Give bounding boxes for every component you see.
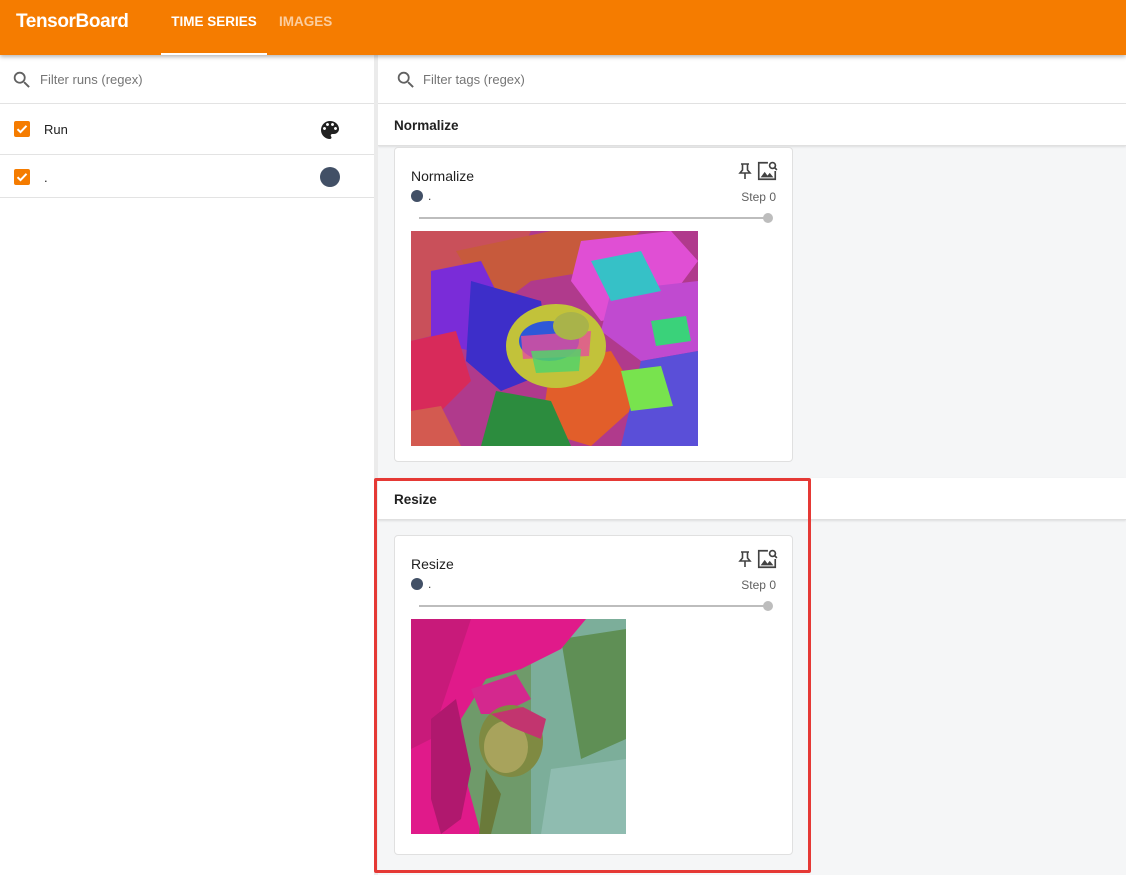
tab-time-series[interactable]: TIME SERIES [161, 0, 267, 55]
tag-filter [378, 55, 1126, 104]
image-card-normalize: Normalize . Step 0 [394, 147, 793, 462]
run-filter [0, 55, 376, 104]
search-icon [13, 71, 30, 88]
step-slider-thumb[interactable] [763, 601, 773, 611]
group-title: Normalize [394, 118, 459, 133]
step-slider[interactable] [419, 605, 767, 607]
runs-sidebar: Run . [0, 55, 376, 875]
run-color-dot [411, 578, 423, 590]
run-name: . [428, 577, 432, 591]
tab-images[interactable]: IMAGES [279, 0, 332, 55]
card-title: Normalize [411, 168, 475, 184]
fit-image-icon[interactable] [756, 160, 778, 182]
group-title: Resize [394, 492, 437, 507]
group-header-normalize[interactable]: Normalize [378, 104, 1126, 146]
palette-icon[interactable] [318, 118, 342, 142]
run-row[interactable]: . [0, 155, 376, 198]
run-filter-input[interactable] [40, 69, 360, 89]
search-icon [397, 71, 414, 88]
check-icon [16, 125, 28, 134]
step-slider[interactable] [419, 217, 767, 219]
run-color-swatch[interactable] [320, 167, 340, 187]
run-row[interactable]: Run [0, 104, 376, 155]
group-header-resize[interactable]: Resize [378, 478, 1126, 520]
run-color-dot [411, 190, 423, 202]
step-label: Step 0 [741, 578, 776, 592]
resized-image [411, 619, 626, 834]
step-slider-thumb[interactable] [763, 213, 773, 223]
card-title: Resize [411, 556, 454, 572]
normalized-image [411, 231, 698, 446]
fit-image-icon[interactable] [756, 548, 778, 570]
image-card-resize: Resize . Step 0 [394, 535, 793, 855]
main-panel: Normalize Normalize . Step 0 [378, 55, 1126, 875]
pin-icon[interactable] [737, 550, 753, 568]
run-checkbox[interactable] [14, 121, 30, 137]
step-label: Step 0 [741, 190, 776, 204]
check-icon [16, 173, 28, 182]
run-label: Run [44, 122, 68, 137]
run-label: . [44, 170, 48, 185]
app-title: TensorBoard [16, 11, 129, 32]
run-checkbox[interactable] [14, 169, 30, 185]
pin-icon[interactable] [737, 162, 753, 180]
tag-filter-input[interactable] [423, 69, 743, 89]
top-app-bar: TensorBoard TIME SERIES IMAGES [0, 0, 1126, 55]
run-name: . [428, 189, 432, 203]
